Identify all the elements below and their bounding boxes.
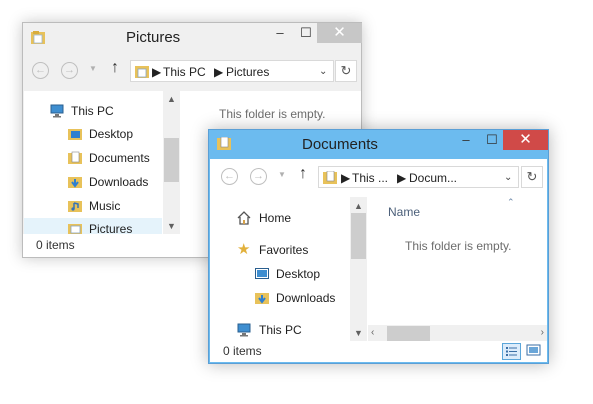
navigation-scrollbar[interactable]: ▲ ▼: [350, 197, 367, 342]
scroll-thumb[interactable]: [351, 213, 366, 259]
documents-window[interactable]: Documents – ☐ ✕ ← → ▼ ↑ ▶ This ... ▶ Doc…: [208, 129, 549, 364]
name-column-header[interactable]: Name: [388, 205, 420, 219]
computer-icon: [50, 104, 64, 118]
details-view-icon: [506, 347, 517, 356]
up-button[interactable]: ↑: [299, 165, 307, 183]
up-button[interactable]: ↑: [111, 59, 119, 77]
empty-folder-message: This folder is empty.: [219, 107, 326, 121]
breadcrumb-arrow[interactable]: ▶: [152, 65, 161, 79]
folder-icon: [31, 31, 45, 44]
chevron-down-icon[interactable]: ⌄: [319, 66, 327, 77]
title-bar[interactable]: Pictures – ☐ ✕: [23, 23, 362, 52]
window-title: Documents: [302, 136, 378, 153]
sort-ascending-icon: ⌃: [507, 197, 515, 207]
minimize-button[interactable]: –: [452, 130, 480, 150]
scroll-left-arrow[interactable]: ‹: [371, 327, 374, 338]
recent-locations-dropdown[interactable]: ▼: [89, 64, 97, 73]
item-count: 0 items: [223, 344, 262, 358]
desktop-icon: [255, 268, 269, 279]
maximize-button[interactable]: ☐: [292, 23, 320, 43]
large-icons-view-button[interactable]: [525, 343, 543, 360]
scroll-thumb[interactable]: [387, 326, 430, 341]
breadcrumb-arrow[interactable]: ▶: [341, 171, 350, 185]
forward-button[interactable]: →: [250, 168, 267, 185]
computer-icon: [237, 323, 251, 337]
empty-folder-message: This folder is empty.: [405, 239, 512, 253]
back-button[interactable]: ←: [221, 168, 238, 185]
tree-item-label: This PC: [71, 104, 114, 118]
address-bar[interactable]: ▶ This ... ▶ Docum... ⌄: [318, 166, 519, 188]
star-icon: ★: [237, 241, 251, 258]
chevron-down-icon[interactable]: ⌄: [504, 172, 512, 183]
music-folder-icon: [68, 201, 82, 212]
breadcrumb-documents[interactable]: Docum...: [409, 171, 457, 185]
breadcrumb-pictures[interactable]: Pictures: [226, 65, 269, 79]
details-view-button[interactable]: [502, 343, 521, 360]
navigation-scrollbar[interactable]: ▲ ▼: [163, 91, 180, 234]
horizontal-scrollbar[interactable]: ‹ ›: [368, 325, 547, 342]
tree-item-label: This PC: [259, 323, 302, 337]
tree-item-label: Favorites: [259, 243, 309, 257]
navigation-bar: ← → ▼ ↑ ▶ This PC ▶ Pictures ⌄ ↻: [29, 53, 357, 91]
breadcrumb-this-pc[interactable]: This PC: [163, 65, 206, 79]
tree-item-label: Downloads: [276, 291, 336, 305]
scroll-thumb[interactable]: [164, 138, 179, 182]
downloads-folder-icon: [255, 293, 269, 304]
large-icons-view-icon: [526, 344, 541, 356]
scroll-down-arrow[interactable]: ▼: [350, 328, 367, 338]
tree-item-label: Home: [259, 211, 292, 225]
status-bar: 0 items: [210, 341, 547, 362]
tree-item-label: Documents: [89, 151, 150, 165]
address-bar[interactable]: ▶ This PC ▶ Pictures ⌄: [130, 60, 334, 82]
pictures-folder-icon: [135, 66, 149, 78]
home-icon: [237, 211, 251, 225]
documents-folder-icon: [68, 151, 82, 164]
downloads-folder-icon: [68, 177, 82, 188]
documents-folder-icon: [323, 171, 337, 184]
navigation-bar: ← → ▼ ↑ ▶ This ... ▶ Docum... ⌄ ↻: [210, 159, 547, 197]
item-count: 0 items: [36, 238, 75, 252]
window-title: Pictures: [126, 29, 181, 46]
recent-locations-dropdown[interactable]: ▼: [278, 170, 286, 179]
folder-icon: [68, 129, 82, 140]
back-button[interactable]: ←: [32, 62, 49, 79]
maximize-button[interactable]: ☐: [478, 130, 506, 150]
file-list[interactable]: Name ⌃ This folder is empty. ‹ ›: [368, 197, 547, 342]
breadcrumb-this-pc[interactable]: This ...: [352, 171, 388, 185]
minimize-button[interactable]: –: [266, 23, 294, 43]
close-button[interactable]: ✕: [317, 23, 362, 43]
breadcrumb-arrow[interactable]: ▶: [214, 65, 223, 79]
breadcrumb-arrow[interactable]: ▶: [397, 171, 406, 185]
tree-item-label: Downloads: [89, 175, 149, 189]
refresh-button[interactable]: ↻: [335, 60, 357, 82]
scroll-down-arrow[interactable]: ▼: [163, 221, 180, 231]
close-button[interactable]: ✕: [503, 130, 548, 150]
title-bar[interactable]: Documents – ☐ ✕: [209, 130, 548, 159]
scroll-up-arrow[interactable]: ▲: [163, 94, 180, 104]
refresh-button[interactable]: ↻: [521, 166, 543, 188]
scroll-up-arrow[interactable]: ▲: [350, 201, 367, 211]
content-area: Home ★ Favorites Desktop Downloads This …: [210, 197, 547, 342]
scroll-right-arrow[interactable]: ›: [541, 327, 544, 338]
tree-item-label: Desktop: [276, 267, 321, 281]
tree-item-label: Music: [89, 199, 121, 213]
tree-item-label: Desktop: [89, 127, 134, 141]
forward-button[interactable]: →: [61, 62, 78, 79]
documents-folder-icon: [217, 137, 231, 150]
